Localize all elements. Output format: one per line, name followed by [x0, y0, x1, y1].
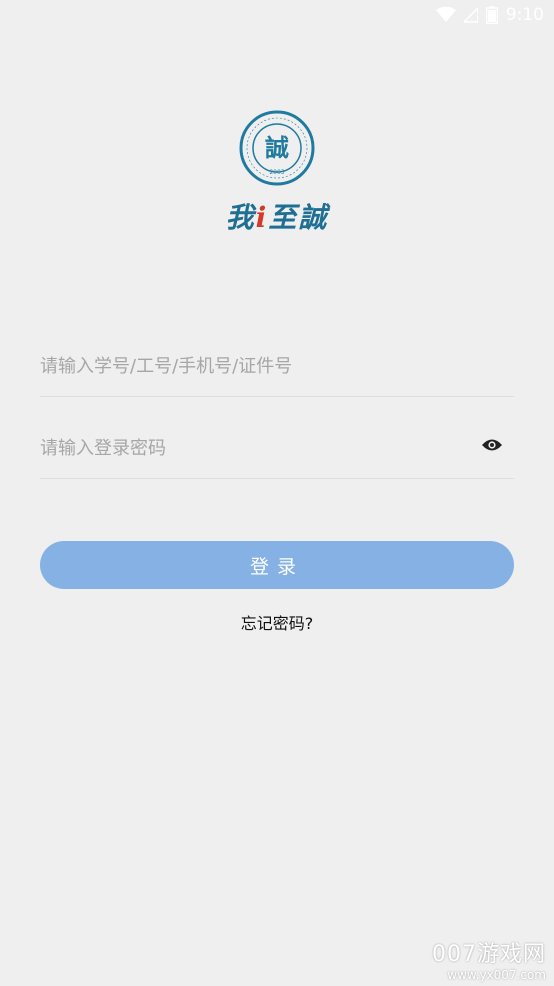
watermark-url: www.yx007.com: [447, 968, 546, 982]
slogan-part-1: 我: [225, 201, 256, 234]
password-input[interactable]: [40, 418, 460, 478]
wifi-icon: [435, 7, 456, 22]
username-input[interactable]: [40, 336, 460, 396]
logo: 誠 2003: [0, 110, 554, 186]
watermark-title: 007游戏网: [432, 942, 546, 967]
status-icons: 9:10: [435, 5, 544, 25]
slogan-part-3: 至誠: [268, 201, 329, 234]
slogan-part-2: i: [255, 201, 269, 234]
status-bar: 9:10: [0, 0, 554, 32]
watermark: 007游戏网 www.yx007.com: [432, 936, 546, 982]
signal-icon: [463, 7, 478, 23]
battery-icon: [485, 6, 498, 24]
login-button[interactable]: 登录: [40, 541, 514, 589]
forgot-password-link[interactable]: 忘记密码?: [0, 610, 554, 634]
eye-icon[interactable]: [482, 438, 502, 452]
username-field: [40, 336, 514, 397]
status-time: 9:10: [505, 5, 544, 25]
seal-year: 2003: [269, 169, 284, 176]
seal-center-glyph: 誠: [265, 133, 289, 162]
slogan: 我i至誠: [0, 196, 554, 236]
school-seal-logo: 誠 2003: [239, 110, 315, 186]
password-field: [40, 418, 514, 479]
